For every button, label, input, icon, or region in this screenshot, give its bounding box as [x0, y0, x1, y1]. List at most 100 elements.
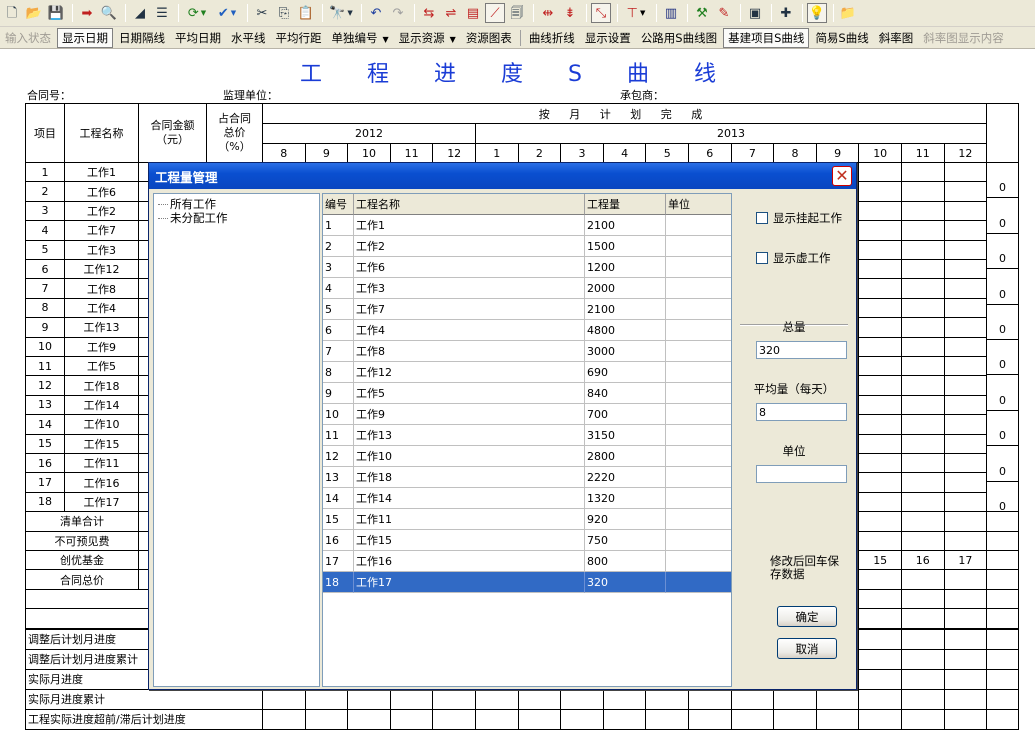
network-icon[interactable]: ✚	[776, 3, 796, 23]
grid-cell-name[interactable]: 工作6	[354, 257, 585, 278]
grid-cell-unit[interactable]	[666, 320, 731, 341]
table-row[interactable]: 13 工作18 2220	[323, 467, 731, 488]
grid-cell-qty[interactable]: 700	[585, 404, 666, 425]
refresh-icon[interactable]: ⟳ ▼	[183, 3, 211, 23]
grid-cell-unit[interactable]	[666, 215, 731, 236]
find-icon[interactable]: 🔭 ▼	[327, 3, 355, 23]
checkbox-box[interactable]	[756, 212, 768, 224]
grid-cell-unit[interactable]	[666, 341, 731, 362]
grid-cell-name[interactable]: 工作11	[354, 509, 585, 530]
print-preview-icon[interactable]: 🔍	[99, 3, 119, 23]
grid-cell-no[interactable]: 12	[323, 446, 354, 467]
dialog-title-bar[interactable]: 工程量管理 ✕	[149, 163, 856, 189]
grid-cell-no[interactable]: 7	[323, 341, 354, 362]
cancel-button[interactable]: 取消	[777, 638, 837, 659]
export-folder-icon[interactable]: 📁	[838, 3, 858, 23]
grid-cell-no[interactable]: 1	[323, 215, 354, 236]
grid-cell-qty[interactable]: 1320	[585, 488, 666, 509]
split-icon[interactable]: ⇌	[441, 3, 461, 23]
grid-cell-unit[interactable]	[666, 257, 731, 278]
grid-cell-qty[interactable]: 3150	[585, 425, 666, 446]
grid-cell-unit[interactable]	[666, 278, 731, 299]
grid-cell-qty[interactable]: 840	[585, 383, 666, 404]
open-icon[interactable]: 📂	[24, 3, 44, 23]
table-row[interactable]: 18 工作17 320	[323, 572, 731, 593]
grid-cell-name[interactable]: 工作15	[354, 530, 585, 551]
grid-cell-unit[interactable]	[666, 299, 731, 320]
grid-cell-unit[interactable]	[666, 383, 731, 404]
paste-icon[interactable]: 📋	[296, 3, 316, 23]
grid-cell-name[interactable]: 工作14	[354, 488, 585, 509]
grid-cell-name[interactable]: 工作4	[354, 320, 585, 341]
grid-cell-no[interactable]: 11	[323, 425, 354, 446]
close-icon[interactable]: ✕	[832, 166, 852, 186]
chevron-down-icon[interactable]: ▼	[383, 35, 389, 44]
check-icon[interactable]: ✔ ▼	[213, 3, 241, 23]
show-virtual-checkbox[interactable]: 显示虚工作	[756, 250, 831, 266]
grid-cell-qty[interactable]: 2100	[585, 215, 666, 236]
toolbar-button-5[interactable]: 水平线	[227, 29, 270, 47]
grid-cell-no[interactable]: 10	[323, 404, 354, 425]
table-row[interactable]: 3 工作6 1200	[323, 257, 731, 278]
grid-cell-qty[interactable]: 800	[585, 551, 666, 572]
table-row[interactable]: 1 工作1 2100	[323, 215, 731, 236]
grid-column-header[interactable]: 工程量	[585, 194, 666, 215]
toolbar-button-15[interactable]: 斜率图	[875, 29, 918, 47]
toolbar-button-12[interactable]: 公路用S曲线图	[637, 29, 721, 47]
grid-cell-unit[interactable]	[666, 467, 731, 488]
toolbar-button-16[interactable]: 斜率图显示内容	[919, 29, 1008, 47]
grid-cell-no[interactable]: 13	[323, 467, 354, 488]
toolbar-button-8[interactable]: 显示资源 ▼	[395, 29, 460, 47]
export-icon[interactable]: ➡	[77, 3, 97, 23]
grid-cell-no[interactable]: 17	[323, 551, 354, 572]
grid-cell-unit[interactable]	[666, 425, 731, 446]
line-icon[interactable]: ⟋	[485, 3, 505, 23]
grid-cell-name[interactable]: 工作1	[354, 215, 585, 236]
chart-icon[interactable]: ⚒	[692, 3, 712, 23]
books-icon[interactable]: ▥	[661, 3, 681, 23]
grid-cell-name[interactable]: 工作3	[354, 278, 585, 299]
table-row[interactable]: 14 工作14 1320	[323, 488, 731, 509]
tree-item-all-work[interactable]: 所有工作	[158, 197, 315, 211]
toolbar-button-3[interactable]: 日期隔线	[115, 29, 169, 47]
move-left-right-icon[interactable]: ⇹	[538, 3, 558, 23]
structure-icon[interactable]: ⊤ ▼	[622, 3, 650, 23]
table-row[interactable]: 9 工作5 840	[323, 383, 731, 404]
table-row[interactable]: 8 工作12 690	[323, 362, 731, 383]
grid-cell-no[interactable]: 9	[323, 383, 354, 404]
grid-cell-qty[interactable]: 1500	[585, 236, 666, 257]
grid-cell-name[interactable]: 工作12	[354, 362, 585, 383]
grid-cell-qty[interactable]: 1200	[585, 257, 666, 278]
grid-cell-unit[interactable]	[666, 236, 731, 257]
table-row[interactable]: 5 工作7 2100	[323, 299, 731, 320]
edit-icon[interactable]: ✎	[714, 3, 734, 23]
grid-cell-no[interactable]: 3	[323, 257, 354, 278]
redo-icon[interactable]: ↷	[388, 3, 408, 23]
toolbar-button-13[interactable]: 基建项目S曲线	[723, 27, 810, 48]
grid-cell-name[interactable]: 工作17	[354, 572, 585, 593]
grid-cell-name[interactable]: 工作5	[354, 383, 585, 404]
grid-cell-no[interactable]: 15	[323, 509, 354, 530]
table-row[interactable]: 17 工作16 800	[323, 551, 731, 572]
move-down-icon[interactable]: ⇟	[560, 3, 580, 23]
toolbar-button-4[interactable]: 平均日期	[171, 29, 225, 47]
grid-cell-unit[interactable]	[666, 404, 731, 425]
undo-icon[interactable]: ↶	[366, 3, 386, 23]
grid-cell-qty[interactable]: 2000	[585, 278, 666, 299]
grid-cell-qty[interactable]: 4800	[585, 320, 666, 341]
grid-cell-no[interactable]: 14	[323, 488, 354, 509]
grid-cell-no[interactable]: 8	[323, 362, 354, 383]
grid-cell-no[interactable]: 5	[323, 299, 354, 320]
page-icon[interactable]: 🗐	[507, 3, 527, 23]
grid-cell-no[interactable]: 16	[323, 530, 354, 551]
toolbar-button-9[interactable]: 资源图表	[462, 29, 516, 47]
link-icon[interactable]: ⇆	[419, 3, 439, 23]
grid-cell-qty[interactable]: 320	[585, 572, 666, 593]
zoom-icon[interactable]: ⤡	[591, 3, 611, 23]
grid-cell-name[interactable]: 工作9	[354, 404, 585, 425]
grid-cell-qty[interactable]: 2800	[585, 446, 666, 467]
toolbar-button-2[interactable]: 显示日期	[57, 27, 113, 48]
table-row[interactable]: 16 工作15 750	[323, 530, 731, 551]
grid-cell-qty[interactable]: 920	[585, 509, 666, 530]
grid-cell-qty[interactable]: 2220	[585, 467, 666, 488]
